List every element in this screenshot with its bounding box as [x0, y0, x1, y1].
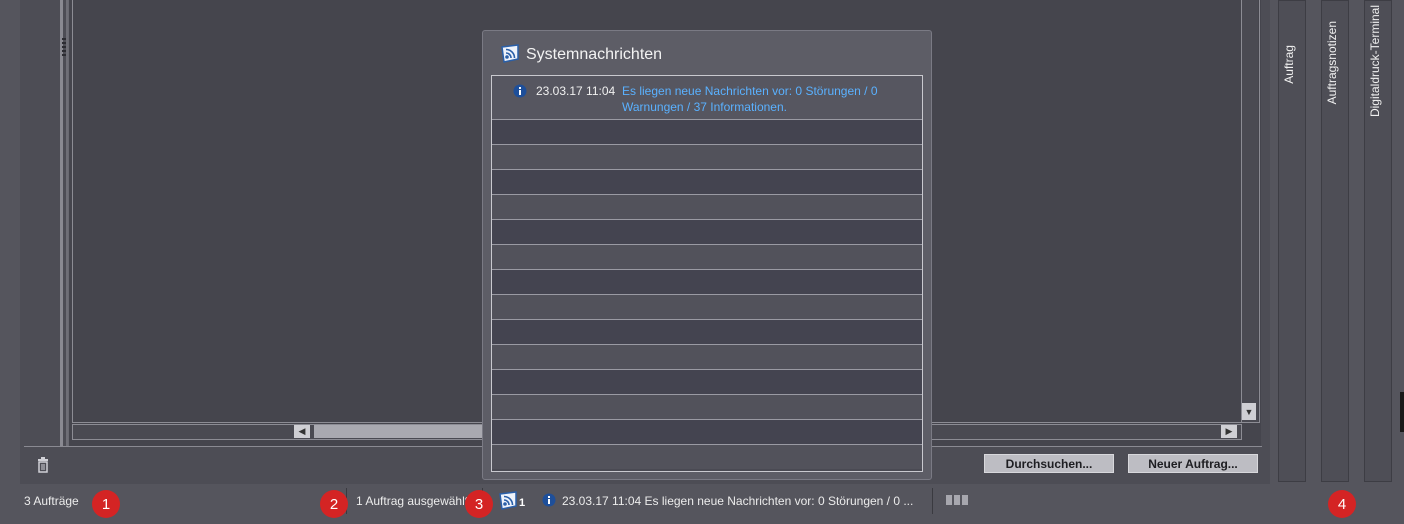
side-tab-label: Auftragsnotizen	[1325, 21, 1339, 105]
horizontal-scroll-thumb[interactable]	[314, 425, 484, 438]
info-icon	[513, 84, 527, 98]
jobs-selected: 1 Auftrag ausgewählt	[356, 494, 469, 508]
message-row-empty[interactable]	[492, 169, 922, 194]
callout-marker-2: 2	[320, 490, 348, 518]
side-tab-label: Auftrag	[1282, 45, 1296, 84]
message-row-empty[interactable]	[492, 244, 922, 269]
system-messages-icon[interactable]	[497, 491, 519, 511]
message-row-empty[interactable]	[492, 319, 922, 344]
message-row-empty[interactable]	[492, 294, 922, 319]
callout-marker-4: 4	[1328, 490, 1356, 518]
message-list[interactable]: 23.03.17 11:04 Es liegen neue Nachrichte…	[491, 75, 923, 472]
message-row-empty[interactable]	[492, 419, 922, 444]
scroll-down-arrow-icon[interactable]: ▼	[1242, 403, 1256, 420]
message-row-empty[interactable]	[492, 444, 922, 469]
message-row-empty[interactable]	[492, 144, 922, 169]
scroll-right-arrow-icon[interactable]: ▶	[1221, 425, 1237, 438]
side-tab-auftrag[interactable]: Auftrag	[1278, 0, 1306, 482]
message-row-empty[interactable]	[492, 194, 922, 219]
system-messages-icon	[501, 44, 519, 63]
message-row-empty[interactable]	[492, 269, 922, 294]
trash-icon[interactable]	[36, 456, 50, 474]
side-tab-auftragsnotizen[interactable]: Auftragsnotizen	[1321, 0, 1349, 482]
message-row[interactable]: 23.03.17 11:04 Es liegen neue Nachrichte…	[492, 76, 922, 119]
message-row-empty[interactable]	[492, 369, 922, 394]
status-separator	[932, 488, 933, 514]
splitter[interactable]	[60, 0, 63, 446]
scroll-left-arrow-icon[interactable]: ◀	[294, 425, 310, 438]
info-icon	[542, 493, 556, 507]
message-row-empty[interactable]	[492, 119, 922, 144]
jobs-count: 3 Aufträge	[24, 494, 79, 508]
vertical-scrollbar[interactable]	[1241, 0, 1258, 422]
browse-button[interactable]: Durchsuchen...	[984, 454, 1114, 473]
side-tab-label: Digitaldruck-Terminal	[1368, 5, 1382, 118]
side-tab-digitaldruck-terminal[interactable]: Digitaldruck-Terminal	[1364, 0, 1392, 482]
message-timestamp: 23.03.17 11:04	[536, 84, 616, 98]
callout-marker-3: 3	[465, 490, 493, 518]
message-row-empty[interactable]	[492, 219, 922, 244]
latest-message[interactable]: 23.03.17 11:04 Es liegen neue Nachrichte…	[562, 494, 924, 508]
left-strip	[20, 0, 60, 446]
popup-title: Systemnachrichten	[526, 46, 663, 63]
new-job-button[interactable]: Neuer Auftrag...	[1128, 454, 1258, 473]
window-edge	[1400, 392, 1404, 432]
message-row-empty[interactable]	[492, 344, 922, 369]
message-row-empty[interactable]	[492, 394, 922, 419]
message-count: 1	[519, 497, 526, 509]
splitter-grip-icon[interactable]	[62, 38, 66, 58]
progress-indicator-icon	[946, 495, 968, 505]
message-text[interactable]: Es liegen neue Nachrichten vor: 0 Störun…	[622, 83, 902, 115]
callout-marker-1: 1	[92, 490, 120, 518]
